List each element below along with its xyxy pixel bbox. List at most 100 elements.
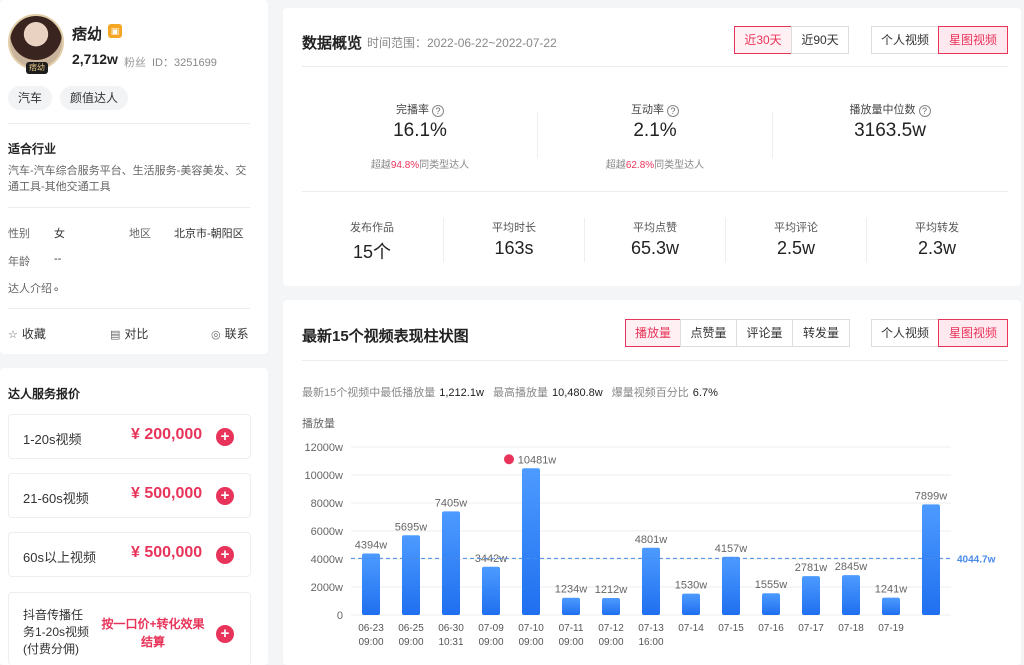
pricing-card: 达人服务报价 1-20s视频 ¥ 200,000 + 21-60s视频 ¥ 50…: [0, 368, 268, 665]
x-tick-label: 07-17: [798, 623, 824, 634]
chart-bar: [522, 468, 540, 615]
bar-value-label: 5695w: [395, 521, 427, 533]
personal-video-button[interactable]: 个人视频: [871, 319, 939, 347]
compare-icon: ▤: [110, 329, 121, 341]
divider: [725, 218, 726, 262]
age-label: 年龄: [8, 256, 30, 268]
summary-ratio-label: 爆量视频百分比: [611, 387, 689, 399]
xingtu-video-button[interactable]: 星图视频: [938, 319, 1008, 347]
summary-max-label: 最高播放量: [492, 387, 548, 399]
stat-value: 2.3w: [917, 238, 957, 258]
fans-label: 粉丝: [124, 57, 146, 69]
help-icon[interactable]: ?: [432, 105, 444, 117]
special-label-line: 务1-20s视频: [23, 625, 90, 639]
tab-likes[interactable]: 点赞量: [680, 319, 737, 347]
contact-label: 联系: [224, 327, 249, 341]
divider: [302, 360, 1008, 361]
help-icon[interactable]: ?: [667, 105, 679, 117]
add-to-cart-button[interactable]: +: [216, 625, 234, 643]
metric-label-text: 互动率: [631, 104, 664, 116]
x-tick-label: 07-16: [758, 623, 784, 634]
star-icon: ☆: [8, 329, 18, 341]
metric-sub-suffix: 同类型达人: [419, 160, 470, 171]
period-30d-button[interactable]: 近30天: [734, 26, 792, 54]
metric-sub-highlight: 62.8%: [625, 160, 655, 171]
gender-value: 女: [54, 228, 65, 240]
bar-value-label: 2845w: [835, 561, 867, 573]
bar-value-label: 10481w: [518, 454, 557, 466]
x-tick-label: 09:00: [478, 637, 503, 648]
tab-comments[interactable]: 评论量: [736, 319, 793, 347]
industry-text: 汽车-汽车综合服务平台、生活服务-美容美发、交通工具-其他交通工具: [8, 165, 247, 193]
special-note-line: 按一口价+转化效果: [101, 617, 205, 631]
help-icon[interactable]: ?: [918, 105, 931, 117]
metric-value: 3163.5w: [854, 120, 926, 141]
special-note-line: 结算: [140, 635, 165, 649]
add-to-cart-button[interactable]: +: [216, 546, 234, 564]
price-item: 1-20s视频 ¥ 200,000 +: [8, 414, 251, 459]
contact-button[interactable]: ◎ 联系: [211, 325, 249, 342]
x-tick-label: 16:00: [638, 637, 663, 648]
divider: [302, 66, 1008, 67]
intro-value: 。: [54, 281, 65, 293]
tag-beauty: 颜值达人: [60, 86, 129, 110]
x-tick-label: 07-19: [878, 623, 904, 634]
price-item: 60s以上视频 ¥ 500,000 +: [8, 532, 251, 577]
x-tick-label: 07-13: [638, 623, 664, 634]
metric-sub-prefix: 超越: [370, 160, 391, 171]
xingtu-video-button[interactable]: 星图视频: [938, 26, 1008, 54]
stat-label: 平均转发: [915, 222, 959, 234]
stat-value: 163s: [494, 238, 534, 258]
bar-value-label: 2781w: [795, 562, 827, 574]
add-to-cart-button[interactable]: +: [216, 487, 234, 505]
summary-ratio-value: 6.7%: [692, 387, 718, 399]
y-tick-label: 12000w: [304, 442, 343, 454]
metric-sub: 超越94.8%同类型达人: [340, 156, 500, 171]
stat-label: 发布作品: [350, 222, 394, 234]
stat-label: 平均时长: [492, 222, 536, 234]
personal-video-button[interactable]: 个人视频: [871, 26, 939, 54]
special-label: 抖音传播任 务1-20s视频 (付费分佣): [23, 607, 89, 658]
add-to-cart-button[interactable]: +: [216, 428, 234, 446]
y-tick-label: 4000w: [311, 554, 343, 566]
age-value: --: [54, 253, 62, 265]
divider: [8, 123, 250, 124]
stat-value: 2.5w: [776, 238, 816, 258]
chart-bar: [802, 576, 820, 615]
compare-button[interactable]: ▤ 对比: [110, 325, 148, 342]
period-90d-button[interactable]: 近90天: [791, 26, 849, 54]
chart-bar: [602, 598, 620, 615]
chart-bar: [722, 556, 740, 615]
chart-bar: [442, 511, 460, 615]
peak-icon: [504, 454, 514, 465]
region-value: 北京市-朝阳区: [174, 228, 244, 240]
price-value: ¥ 500,000: [131, 544, 203, 561]
time-range: 时间范围：2022-06-22~2022-07-22: [367, 36, 557, 50]
favorite-button[interactable]: ☆ 收藏: [8, 325, 46, 342]
tab-plays[interactable]: 播放量: [625, 319, 681, 347]
price-value: ¥ 500,000: [131, 485, 203, 502]
special-label-line: 抖音传播任: [23, 608, 84, 622]
price-label: 60s以上视频: [23, 550, 96, 565]
x-tick-label: 09:00: [358, 637, 383, 648]
price-item-special: 抖音传播任 务1-20s视频 (付费分佣) 按一口价+转化效果 结算 +: [8, 592, 251, 665]
gender-label: 性别: [8, 228, 30, 240]
divider: [443, 218, 444, 262]
divider: [772, 112, 773, 158]
x-tick-label: 10:31: [438, 637, 463, 648]
x-tick-label: 09:00: [558, 637, 583, 648]
x-tick-label: 07-12: [598, 623, 624, 634]
tab-shares[interactable]: 转发量: [792, 319, 850, 347]
chart-summary: 最新15个视频中最低播放量 1,212.1w 最高播放量 10,480.8w 爆量视…: [302, 384, 724, 400]
intro-label: 达人介绍: [8, 283, 52, 295]
y-tick-label: 0: [337, 610, 343, 622]
bar-value-label: 1212w: [595, 584, 627, 596]
bar-value-label: 1241w: [875, 584, 907, 596]
metric-label-text: 播放量中位数: [849, 104, 916, 116]
pricing-title: 达人服务报价: [8, 387, 81, 401]
bar-value-label: 1530w: [675, 580, 707, 592]
divider: [537, 112, 538, 158]
special-label-line: (付费分佣): [23, 642, 79, 656]
bar-value-label: 1555w: [755, 579, 787, 591]
bar-value-label: 7405w: [435, 497, 467, 509]
